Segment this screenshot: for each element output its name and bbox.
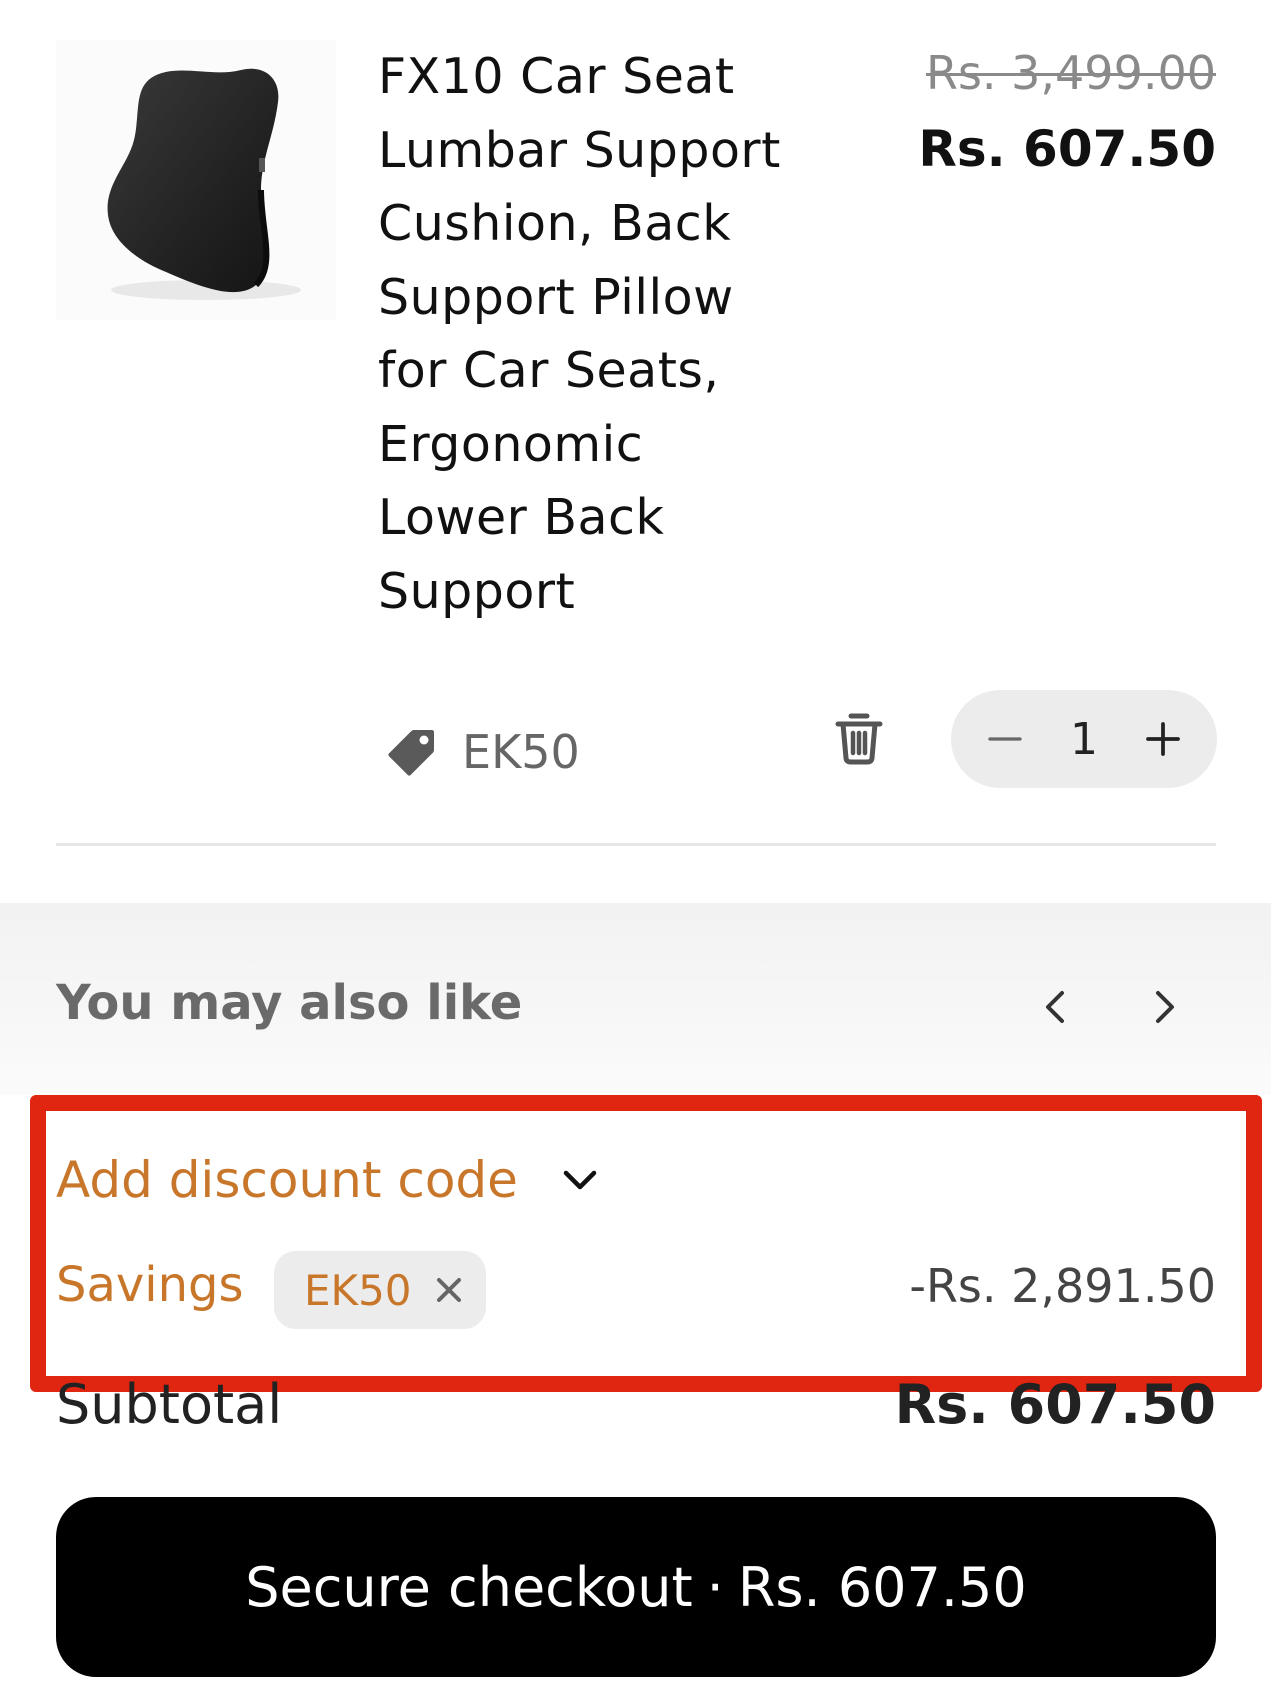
add-discount-code-label: Add discount code	[56, 1151, 518, 1209]
savings-label: Savings	[56, 1257, 244, 1313]
product-title[interactable]: FX10 Car Seat Lumbar Support Cushion, Ba…	[378, 40, 798, 628]
applied-code-chip: EK50	[274, 1251, 486, 1329]
minus-icon	[988, 737, 1022, 741]
original-price: Rs. 3,499.00	[925, 46, 1216, 100]
checkout-label: Secure checkout	[245, 1555, 693, 1619]
trash-icon[interactable]	[832, 710, 886, 766]
cart-page: FX10 Car Seat Lumbar Support Cushion, Ba…	[0, 0, 1271, 1691]
cushion-image	[107, 68, 301, 300]
chevron-right-icon[interactable]	[1140, 983, 1188, 1031]
applied-discount-code: EK50	[462, 725, 580, 779]
recommendations-title: You may also like	[56, 975, 523, 1031]
plus-icon	[1146, 722, 1180, 756]
add-discount-code-toggle[interactable]: Add discount code	[56, 1151, 602, 1209]
subtotal-amount: Rs. 607.50	[894, 1373, 1216, 1436]
subtotal-label: Subtotal	[56, 1373, 283, 1436]
decrease-quantity-button[interactable]	[981, 715, 1029, 763]
savings-amount: -Rs. 2,891.50	[909, 1259, 1216, 1313]
order-summary: Add discount code Savings EK50 -Rs. 2,89…	[0, 1095, 1271, 1691]
checkout-separator: ·	[706, 1555, 724, 1619]
recommendations-section: You may also like	[0, 903, 1271, 1095]
applied-code-text: EK50	[304, 1265, 412, 1315]
applied-discount-tag: EK50	[386, 722, 580, 782]
highlight-annotation	[30, 1095, 1262, 1392]
increase-quantity-button[interactable]	[1139, 715, 1187, 763]
product-image[interactable]	[56, 40, 336, 320]
current-price: Rs. 607.50	[918, 120, 1216, 178]
quantity-value[interactable]: 1	[1070, 714, 1098, 765]
cart-item: FX10 Car Seat Lumbar Support Cushion, Ba…	[0, 0, 1271, 850]
checkout-amount: Rs. 607.50	[737, 1555, 1027, 1619]
subtotal-row: Subtotal Rs. 607.50	[56, 1373, 1216, 1453]
secure-checkout-button[interactable]: Secure checkout · Rs. 607.50	[56, 1497, 1216, 1677]
tag-icon	[388, 730, 434, 776]
chevron-down-icon	[563, 1170, 597, 1190]
chevron-left-icon[interactable]	[1032, 983, 1080, 1031]
quantity-stepper: 1	[951, 690, 1217, 788]
close-icon[interactable]	[432, 1273, 466, 1307]
divider	[56, 843, 1216, 846]
savings-row: Savings EK50 -Rs. 2,891.50	[56, 1251, 1216, 1331]
